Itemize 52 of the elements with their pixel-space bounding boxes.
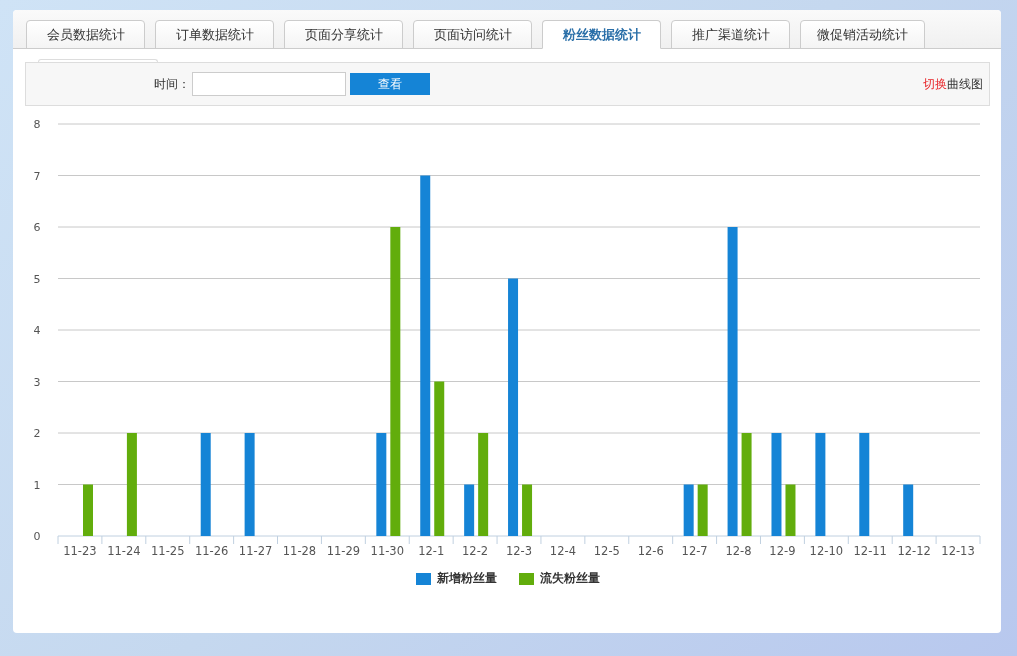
y-axis-label: 0 xyxy=(33,530,41,543)
bar xyxy=(785,484,796,536)
x-axis-label: 12-9 xyxy=(769,544,796,558)
bar xyxy=(683,484,694,536)
bar xyxy=(522,484,533,536)
x-axis-label: 12-12 xyxy=(897,544,931,558)
x-axis-label: 11-27 xyxy=(238,544,273,558)
x-axis-label: 12-3 xyxy=(505,544,533,558)
legend-swatch xyxy=(518,572,534,585)
bar xyxy=(83,484,93,536)
x-axis-label: 12-5 xyxy=(593,544,620,558)
x-axis-label: 11-29 xyxy=(326,544,361,558)
x-axis-label: 12-10 xyxy=(809,544,844,558)
y-axis-label: 2 xyxy=(33,427,41,440)
tab[interactable]: 会员数据统计 xyxy=(26,20,145,49)
x-axis-label: 12-1 xyxy=(418,544,445,558)
tab[interactable]: 微促销活动统计 xyxy=(800,20,925,49)
x-axis-label: 12-8 xyxy=(725,544,752,558)
x-axis-label: 12-6 xyxy=(637,544,664,558)
x-axis-label: 11-28 xyxy=(282,544,317,558)
y-axis-label: 8 xyxy=(33,118,41,131)
tab[interactable]: 推广渠道统计 xyxy=(671,20,790,49)
tab[interactable]: 粉丝数据统计 xyxy=(542,20,661,49)
y-axis-label: 6 xyxy=(33,221,41,234)
tab[interactable]: 订单数据统计 xyxy=(155,20,274,49)
x-axis-label: 12-11 xyxy=(853,544,887,558)
legend-swatch xyxy=(415,572,431,585)
x-axis-label: 11-26 xyxy=(194,544,229,558)
tab[interactable]: 页面访问统计 xyxy=(413,20,532,49)
bar xyxy=(697,484,708,536)
x-axis-label: 11-23 xyxy=(63,544,97,558)
x-axis-label: 11-25 xyxy=(151,544,185,558)
x-axis-label: 11-30 xyxy=(370,544,404,558)
x-axis-label: 12-2 xyxy=(462,544,489,558)
time-label: 时间： xyxy=(154,75,190,93)
bar xyxy=(903,484,914,536)
y-axis-label: 1 xyxy=(33,478,41,492)
y-axis-label: 7 xyxy=(33,169,41,183)
bar xyxy=(464,484,475,536)
tab[interactable]: 页面分享统计 xyxy=(284,20,403,49)
toggle-chart-link[interactable]: 切换曲线图 xyxy=(923,75,983,93)
x-axis-label: 12-13 xyxy=(941,544,975,558)
view-button[interactable]: 查看 xyxy=(350,73,430,95)
x-axis-label: 12-4 xyxy=(549,544,576,558)
time-input[interactable] xyxy=(192,72,346,96)
y-axis-label: 4 xyxy=(33,324,41,337)
legend-label: 流失粉丝量 xyxy=(539,570,600,587)
y-axis-label: 3 xyxy=(33,375,41,389)
x-axis-label: 12-7 xyxy=(681,544,708,558)
y-axis-label: 5 xyxy=(33,272,41,286)
legend-label: 新增粉丝量 xyxy=(436,570,497,587)
x-axis-label: 11-24 xyxy=(107,544,141,558)
